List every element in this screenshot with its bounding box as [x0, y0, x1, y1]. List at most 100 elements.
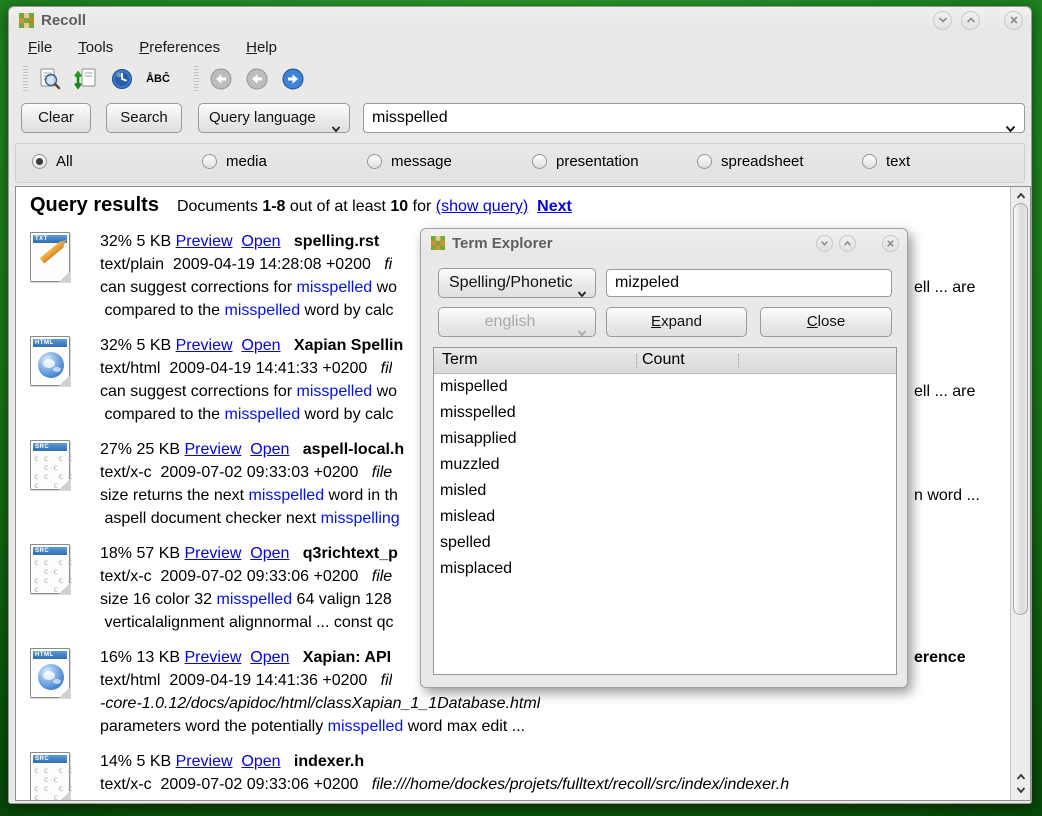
- menu-preferences[interactable]: Preferences: [134, 36, 225, 59]
- term-row[interactable]: misapplied: [434, 426, 896, 452]
- term-row[interactable]: mispelled: [434, 374, 896, 400]
- radio-icon[interactable]: [202, 154, 217, 169]
- term-row[interactable]: misled: [434, 478, 896, 504]
- minimize-icon[interactable]: [933, 11, 952, 30]
- toolbar-drag-handle[interactable]: [23, 66, 28, 92]
- preview-link[interactable]: Preview: [176, 233, 233, 250]
- menu-file[interactable]: File: [23, 36, 57, 59]
- filter-label: media: [226, 153, 267, 170]
- filter-label: text: [886, 153, 910, 170]
- radio-icon[interactable]: [862, 154, 877, 169]
- text-segment: fil: [381, 672, 393, 689]
- term-row[interactable]: mislead: [434, 504, 896, 530]
- window-title: Recoll: [41, 12, 924, 29]
- search-button[interactable]: Search: [106, 103, 182, 133]
- filter-label: spreadsheet: [721, 153, 804, 170]
- radio-icon[interactable]: [532, 154, 547, 169]
- result-line: 16% 13 KB Preview Open Xapian: API: [100, 646, 391, 669]
- menu-help[interactable]: Help: [241, 36, 282, 59]
- open-link[interactable]: Open: [241, 753, 280, 770]
- expand-button[interactable]: Expand: [606, 307, 747, 337]
- result-line: verticalalignment alignnormal ... const …: [100, 611, 393, 634]
- filter-presentation[interactable]: presentation: [532, 153, 639, 170]
- filter-all[interactable]: All: [32, 153, 73, 170]
- open-link[interactable]: Open: [241, 337, 280, 354]
- maximize-icon[interactable]: [839, 235, 856, 252]
- text-segment: verticalalignment alignnormal ... const …: [100, 614, 393, 631]
- search-input[interactable]: misspelled: [363, 103, 1025, 133]
- scroll-up-icon[interactable]: [1012, 770, 1030, 783]
- minimize-icon[interactable]: [816, 235, 833, 252]
- next-page-link[interactable]: Next: [537, 198, 572, 215]
- result-text-tail: n word ...: [914, 484, 980, 507]
- text-segment: word by calc: [300, 406, 393, 423]
- term-explorer-icon[interactable]: ÅBĈ: [144, 66, 172, 92]
- query-language-dropdown[interactable]: Query language: [198, 103, 350, 133]
- file-type-icon-txt[interactable]: TXT: [30, 232, 70, 282]
- sort-parameters-icon[interactable]: [72, 66, 100, 92]
- maximize-icon[interactable]: [961, 11, 980, 30]
- clear-button[interactable]: Clear: [21, 103, 91, 133]
- language-dropdown: english: [438, 307, 596, 337]
- filter-media[interactable]: media: [202, 153, 267, 170]
- expansion-mode-dropdown[interactable]: Spelling/Phonetic: [438, 268, 596, 298]
- text-segment: fi: [384, 256, 392, 273]
- term-input[interactable]: mizpeled: [606, 269, 892, 297]
- filter-message[interactable]: message: [367, 153, 452, 170]
- preview-link[interactable]: Preview: [185, 545, 242, 562]
- open-link[interactable]: Open: [250, 545, 289, 562]
- open-link[interactable]: Open: [250, 441, 289, 458]
- show-query-link[interactable]: (show query): [436, 198, 528, 215]
- text-segment: compared to the: [100, 302, 225, 319]
- text-segment: 14% 5 KB: [100, 753, 176, 770]
- file-type-icon-html[interactable]: HTML: [30, 648, 70, 698]
- file-type-icon-src[interactable]: SRCc c c c c c c c c c c c: [30, 544, 70, 594]
- text-segment: q3richtext_p: [303, 545, 398, 562]
- dialog-titlebar[interactable]: Term Explorer: [421, 229, 907, 257]
- preview-link[interactable]: Preview: [176, 753, 233, 770]
- document-history-icon[interactable]: [108, 66, 136, 92]
- titlebar[interactable]: Recoll: [9, 7, 1031, 33]
- preview-link[interactable]: Preview: [185, 649, 242, 666]
- result-text-tail: erence: [914, 646, 966, 669]
- scroll-up-icon[interactable]: [1012, 189, 1030, 202]
- filter-spreadsheet[interactable]: spreadsheet: [697, 153, 804, 170]
- preview-link[interactable]: Preview: [176, 337, 233, 354]
- column-resize-handle[interactable]: [636, 354, 637, 368]
- close-icon[interactable]: [882, 235, 899, 252]
- advanced-search-icon[interactable]: [36, 66, 64, 92]
- filter-text[interactable]: text: [862, 153, 910, 170]
- text-segment: can suggest corrections for: [100, 279, 297, 296]
- menu-tools[interactable]: Tools: [73, 36, 118, 59]
- result-line: can suggest corrections for misspelled w…: [100, 276, 397, 299]
- close-button[interactable]: Close: [760, 307, 892, 337]
- text-segment: wo: [372, 383, 397, 400]
- scrollbar-thumb[interactable]: [1013, 203, 1028, 615]
- term-table-header[interactable]: Term Count: [434, 348, 896, 374]
- chevron-down-icon[interactable]: [1005, 115, 1016, 143]
- results-scrollbar[interactable]: [1010, 187, 1030, 800]
- open-link[interactable]: Open: [241, 233, 280, 250]
- term-row[interactable]: misspelled: [434, 400, 896, 426]
- file-type-icon-html[interactable]: HTML: [30, 336, 70, 386]
- scroll-down-icon[interactable]: [1012, 783, 1030, 796]
- next-page-icon[interactable]: [279, 66, 307, 92]
- term-row[interactable]: muzzled: [434, 452, 896, 478]
- column-resize-handle[interactable]: [738, 354, 739, 368]
- file-type-icon-src[interactable]: SRCc c c c c c c c c c c c: [30, 752, 70, 801]
- file-type-icon-src[interactable]: SRCc c c c c c c c c c c c: [30, 440, 70, 490]
- toolbar-drag-handle[interactable]: [194, 66, 199, 92]
- radio-icon[interactable]: [32, 154, 47, 169]
- preview-link[interactable]: Preview: [185, 441, 242, 458]
- radio-icon[interactable]: [697, 154, 712, 169]
- term-row[interactable]: spelled: [434, 530, 896, 556]
- column-count[interactable]: Count: [642, 351, 685, 369]
- radio-icon[interactable]: [367, 154, 382, 169]
- open-link[interactable]: Open: [250, 649, 289, 666]
- term-row[interactable]: misplaced: [434, 556, 896, 582]
- text-segment: compared to the: [100, 406, 225, 423]
- close-icon[interactable]: [1004, 11, 1023, 30]
- column-term[interactable]: Term: [442, 351, 478, 369]
- file-type-badge: SRC: [33, 547, 67, 555]
- filter-category-bar: All media message presentation spreadshe…: [15, 143, 1025, 183]
